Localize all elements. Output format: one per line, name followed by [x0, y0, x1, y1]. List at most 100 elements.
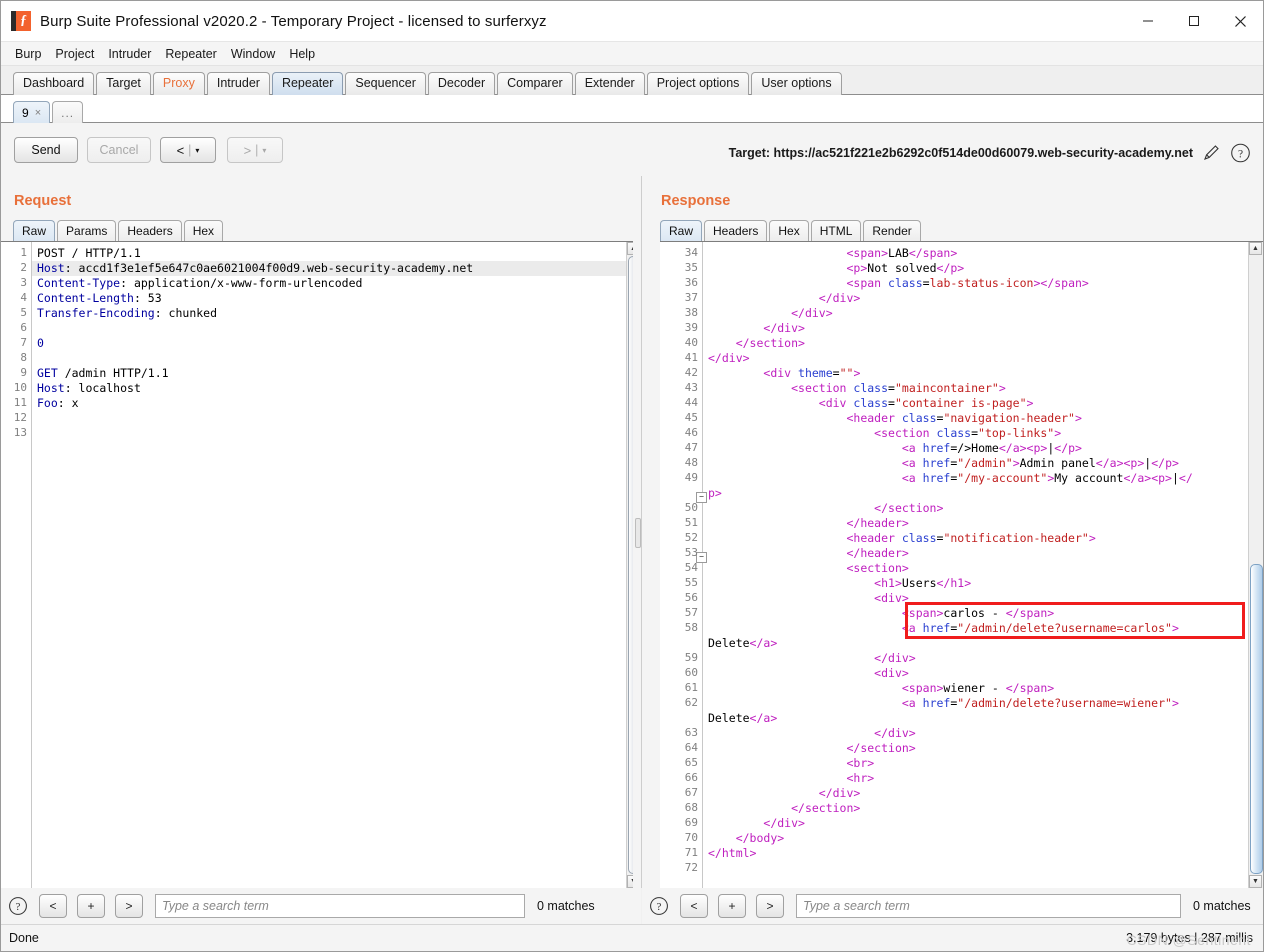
line-number: 60−	[684, 666, 698, 679]
line-number: 36	[684, 276, 698, 289]
close-icon[interactable]	[1217, 1, 1263, 41]
pencil-icon[interactable]	[1201, 142, 1222, 163]
repeater-tab-new[interactable]: ...	[52, 101, 84, 123]
tab-target[interactable]: Target	[96, 72, 151, 95]
code-line: <a href="/admin/delete?username=carlos">	[901, 621, 1179, 635]
question-mark-icon[interactable]: ?	[1230, 142, 1251, 163]
scroll-up-icon[interactable]: ▲	[1249, 242, 1262, 255]
line-number: 72	[684, 861, 698, 874]
cancel-button[interactable]: Cancel	[87, 137, 151, 163]
code-line: <a href="/my-account">My account</a><p>|…	[901, 471, 1193, 485]
search-prev-button[interactable]: <	[39, 894, 67, 918]
scroll-down-icon[interactable]: ▼	[1249, 875, 1262, 888]
scrollbar-thumb[interactable]	[1250, 564, 1263, 874]
request-line-numbers: 1 2 3 4 5 6 7 8 9 10 11 12 13	[1, 242, 32, 888]
request-tab-params[interactable]: Params	[57, 220, 117, 242]
search-next-button[interactable]: >	[756, 894, 784, 918]
line-number: 68	[684, 801, 698, 814]
line-number: 65	[684, 756, 698, 769]
response-vertical-scrollbar[interactable]: ▲ ▼	[1248, 242, 1263, 888]
code-line: </div>	[708, 351, 750, 365]
tab-proxy[interactable]: Proxy	[152, 72, 205, 95]
chevron-down-icon: ▾	[195, 145, 200, 155]
pane-splitter[interactable]	[633, 176, 641, 888]
question-mark-icon[interactable]: ?	[7, 895, 29, 917]
close-icon[interactable]: ×	[35, 103, 41, 123]
question-mark-icon[interactable]: ?	[648, 895, 670, 917]
line-number: 63	[684, 726, 698, 739]
search-add-button[interactable]: +	[718, 894, 746, 918]
code-line: <br>	[846, 756, 875, 770]
line-number: 69	[684, 816, 698, 829]
menu-burp[interactable]: Burp	[9, 45, 47, 63]
tab-project-options[interactable]: Project options	[646, 72, 750, 95]
tab-decoder[interactable]: Decoder	[427, 72, 496, 95]
code-line: Transfer-Encoding: chunked	[37, 306, 218, 320]
request-editor-content: 1 2 3 4 5 6 7 8 9 10 11 12 13 POST / HTTP/1.1 Host: a…	[1, 242, 627, 888]
line-number: 40	[684, 336, 698, 349]
code-line: </div>	[818, 786, 861, 800]
code-line: <a href="/admin">Admin panel</a><p>|</p>	[901, 456, 1179, 470]
menu-repeater[interactable]: Repeater	[159, 45, 222, 63]
go-back-button[interactable]: < | ▾	[160, 137, 216, 163]
svg-text:?: ?	[1238, 148, 1243, 160]
line-number: 47	[684, 441, 698, 454]
line-number: 46	[684, 426, 698, 439]
request-pane: Request Raw Params Headers Hex 123456789…	[1, 176, 641, 888]
search-next-button[interactable]: >	[115, 894, 143, 918]
search-add-button[interactable]: +	[77, 894, 105, 918]
code-line: </html>	[708, 846, 757, 860]
menu-help[interactable]: Help	[283, 45, 321, 63]
window-controls	[1125, 1, 1263, 41]
code-line-wrapped: Delete</a>	[708, 636, 778, 650]
splitter-grip[interactable]	[635, 518, 641, 548]
tab-sequencer[interactable]: Sequencer	[345, 72, 426, 95]
tab-comparer[interactable]: Comparer	[497, 72, 573, 95]
code-line: </div>	[874, 726, 916, 740]
tab-user-options[interactable]: User options	[751, 72, 842, 95]
line-number: 13	[13, 426, 27, 439]
response-pane: Response Raw Headers Hex HTML Render 34 3…	[641, 176, 1263, 888]
line-number: 4	[20, 291, 27, 304]
request-tab-hex[interactable]: Hex	[183, 220, 224, 242]
menu-project[interactable]: Project	[49, 45, 100, 63]
request-tab-headers[interactable]: Headers	[118, 220, 182, 242]
response-title: Response	[661, 193, 731, 209]
response-editor[interactable]: 34 35 36 37 38 39 40 41 42−43 44−45 46 47 48 49 50 51 52…	[660, 241, 1263, 888]
line-number: 54	[684, 561, 698, 574]
main-tab-bar: Dashboard Target Proxy Intruder Repeater…	[1, 66, 1263, 95]
target-label: Target: https://ac521f221e2b6292c0f514de…	[728, 145, 1193, 160]
chevron-right-icon: >	[243, 142, 252, 158]
menu-intruder[interactable]: Intruder	[102, 45, 157, 63]
request-editor[interactable]: 1 2 3 4 5 6 7 8 9 10 11 12 13 POST / HTTP/1.1 Host: a…	[1, 241, 641, 888]
line-number: 64	[684, 741, 698, 754]
response-tab-hex[interactable]: Hex	[769, 220, 809, 242]
line-number: 67	[684, 786, 698, 799]
search-prev-button[interactable]: <	[680, 894, 708, 918]
response-tab-raw[interactable]: Raw	[660, 220, 703, 242]
response-tab-render[interactable]: Render	[863, 220, 921, 242]
line-number: 12	[13, 411, 27, 424]
code-line: <div theme="">	[763, 366, 861, 380]
response-code: <span>LAB</span> <p>Not solved</p> <span…	[703, 242, 1249, 888]
minimize-icon[interactable]	[1125, 1, 1171, 41]
code-line: <a href=/>Home</a><p>|</p>	[901, 441, 1082, 455]
search-input[interactable]: Type a search term	[796, 894, 1181, 918]
response-tab-headers[interactable]: Headers	[704, 220, 768, 242]
request-tab-raw[interactable]: Raw	[13, 220, 56, 242]
tab-extender[interactable]: Extender	[574, 72, 645, 95]
code-line: <section class="maincontainer">	[791, 381, 1006, 395]
tab-repeater[interactable]: Repeater	[271, 72, 344, 95]
go-forward-button[interactable]: > | ▾	[227, 137, 283, 163]
response-tab-html[interactable]: HTML	[810, 220, 862, 242]
repeater-tab-9[interactable]: 9 ×	[13, 101, 51, 123]
tab-dashboard[interactable]: Dashboard	[13, 72, 95, 95]
tab-intruder[interactable]: Intruder	[206, 72, 270, 95]
request-search-bar: ? < + > Type a search term 0 matches	[1, 888, 641, 924]
line-number: 48	[684, 456, 698, 469]
menu-window[interactable]: Window	[225, 45, 281, 63]
send-button[interactable]: Send	[14, 137, 78, 163]
maximize-icon[interactable]	[1171, 1, 1217, 41]
search-input[interactable]: Type a search term	[155, 894, 525, 918]
code-line: POST / HTTP/1.1	[37, 246, 141, 260]
